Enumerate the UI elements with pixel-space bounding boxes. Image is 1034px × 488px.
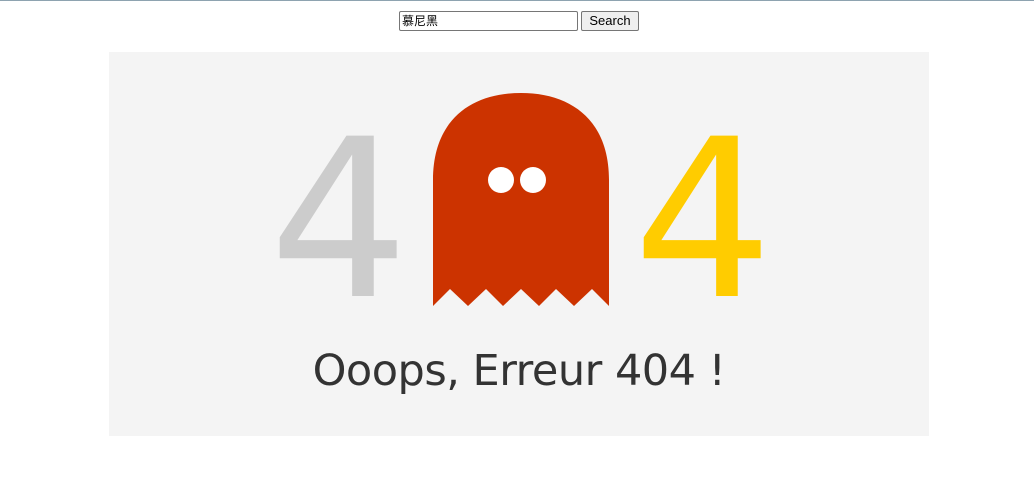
ghost-eye-right [520, 167, 546, 193]
digit-four-left-glyph: 4 [269, 92, 409, 348]
ghost-icon [433, 93, 609, 306]
error-panel: 4 4 Ooops, Erreur 404 ! [109, 52, 929, 436]
digit-four-right: 4 [633, 92, 773, 348]
top-border-line [0, 0, 1034, 1]
error-message: Ooops, Erreur 404 ! [312, 346, 726, 396]
search-button[interactable]: Search [581, 11, 639, 31]
search-input[interactable] [399, 11, 578, 31]
digit-four-left: 4 [269, 92, 409, 348]
ghost-eye-left [488, 167, 514, 193]
ghost-body [433, 93, 609, 306]
digit-four-right-glyph: 4 [633, 92, 773, 348]
